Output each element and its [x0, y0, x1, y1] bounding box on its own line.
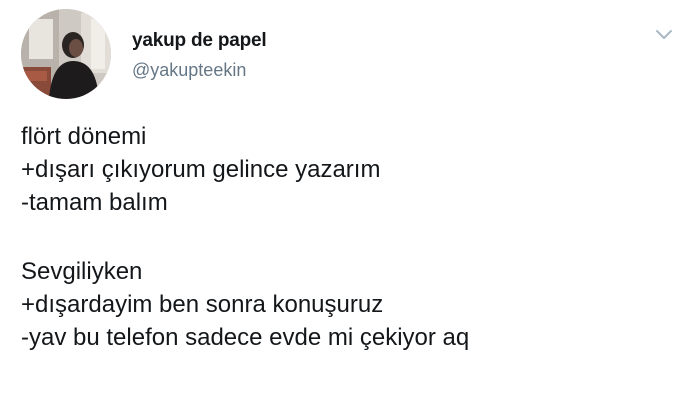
author-handle[interactable]: @yakupteekin: [132, 60, 246, 81]
tweet-card: yakup de papel @yakupteekin flört dönemi…: [0, 0, 690, 403]
tweet-text-line: +dışardayim ben sonra konuşuruz: [21, 291, 384, 318]
tweet-text-line: -yav bu telefon sadece evde mi çekiyor a…: [21, 324, 470, 351]
author-avatar[interactable]: [21, 9, 111, 99]
tweet-text-line: -tamam balım: [21, 189, 168, 216]
profile-photo-icon: [21, 9, 111, 99]
tweet-text-line: flört dönemi: [21, 123, 147, 150]
tweet-text-line: +dışarı çıkıyorum gelince yazarım: [21, 156, 381, 183]
chevron-down-icon[interactable]: [651, 24, 677, 44]
author-display-name[interactable]: yakup de papel: [132, 30, 267, 52]
tweet-text-line: Sevgiliyken: [21, 258, 143, 285]
tweet-text: flört dönemi +dışarı çıkıyorum gelince y…: [21, 120, 681, 354]
